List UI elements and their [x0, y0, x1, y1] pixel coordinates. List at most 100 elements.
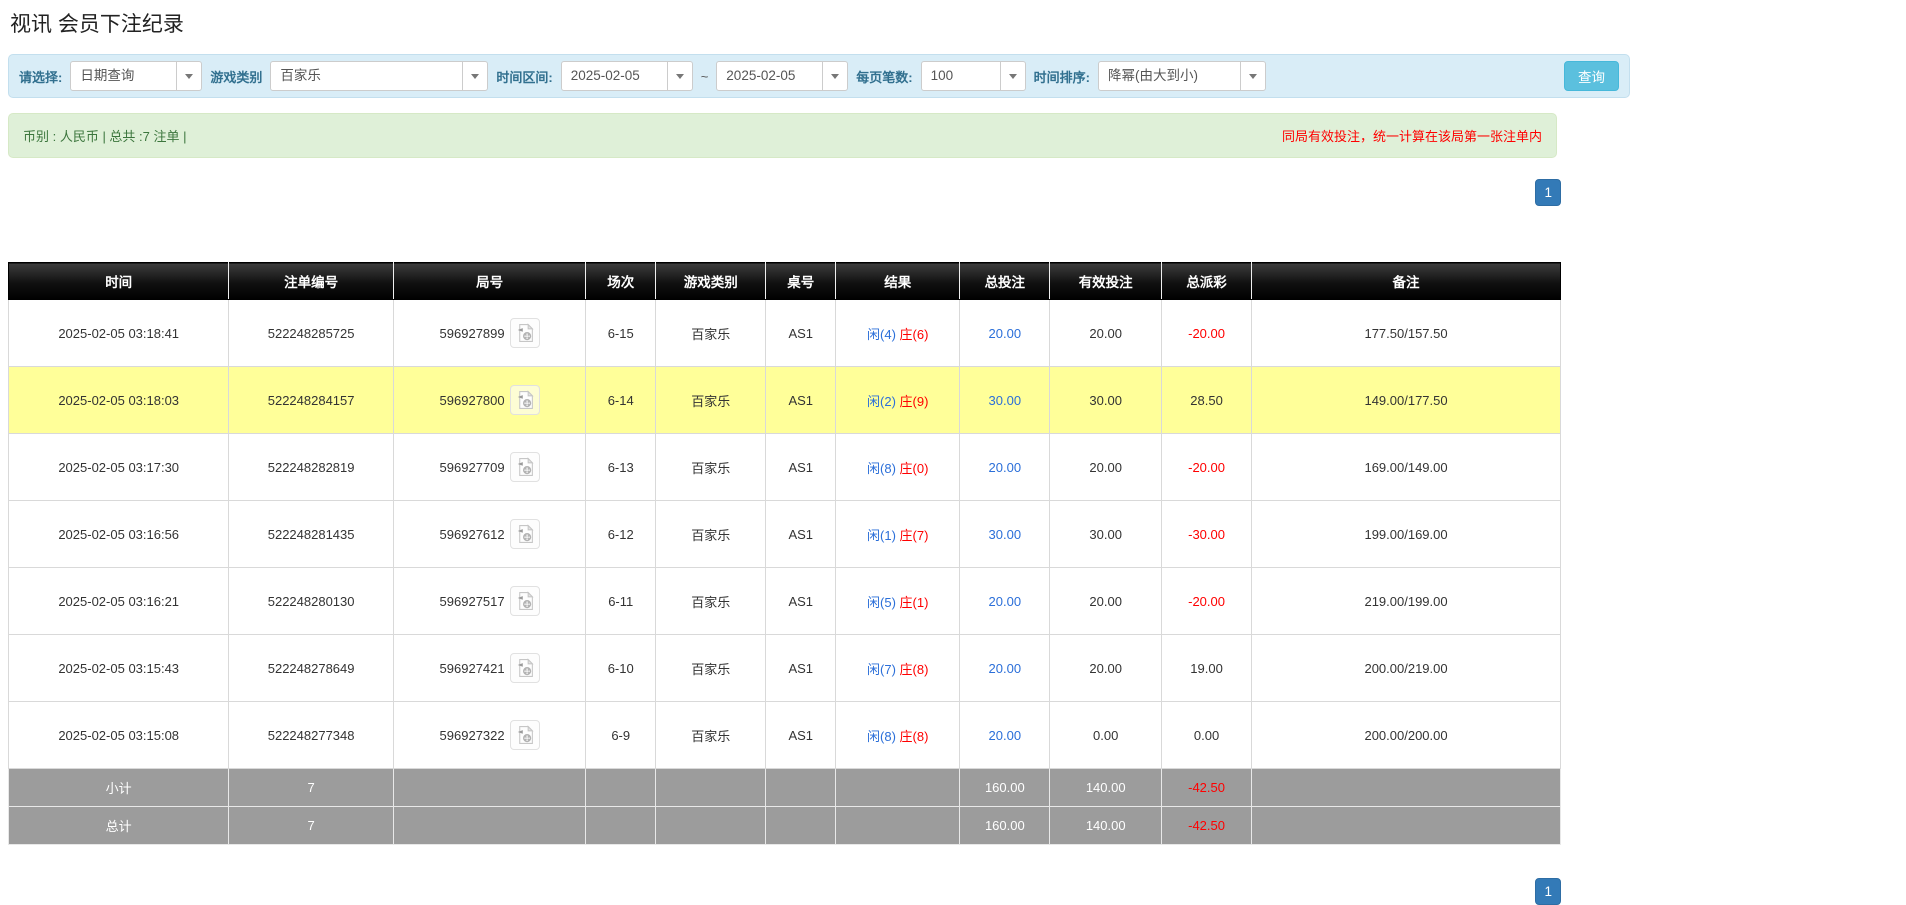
video-replay-button[interactable] [510, 519, 540, 549]
page-1-button[interactable]: 1 [1535, 179, 1561, 206]
cell-time: 2025-02-05 03:17:30 [9, 434, 229, 501]
result-banker: 庄(8) [900, 729, 929, 744]
cell-remark: 199.00/169.00 [1252, 501, 1561, 568]
summary-payout: -42.50 [1162, 807, 1252, 845]
summary-total-bet: 160.00 [960, 807, 1050, 845]
cell-total-bet[interactable]: 20.00 [960, 434, 1050, 501]
cell-valid-bet: 30.00 [1050, 501, 1162, 568]
summary-total-bet: 160.00 [960, 769, 1050, 807]
chevron-down-icon[interactable] [822, 62, 847, 90]
cell-payout: -30.00 [1162, 501, 1252, 568]
video-replay-button[interactable] [510, 720, 540, 750]
cell-game-type: 百家乐 [656, 568, 766, 635]
cell-game-type: 百家乐 [656, 635, 766, 702]
time-range-label: 时间区间: [496, 67, 552, 86]
cell-total-bet[interactable]: 20.00 [960, 568, 1050, 635]
summary-row: 小计 7 160.00 140.00 -42.50 [9, 769, 1561, 807]
page-title: 视讯 会员下注纪录 [10, 8, 1906, 38]
query-type-label: 请选择: [19, 67, 62, 86]
video-replay-button[interactable] [510, 385, 540, 415]
cell-result: 闲(8) 庄(8) [836, 702, 960, 769]
cell-table-no: AS1 [766, 434, 836, 501]
video-file-icon [516, 390, 534, 410]
cell-bet-id: 522248278649 [229, 635, 394, 702]
cell-valid-bet: 30.00 [1050, 367, 1162, 434]
cell-remark: 200.00/200.00 [1252, 702, 1561, 769]
cell-time: 2025-02-05 03:18:03 [9, 367, 229, 434]
round-id-value: 596927800 [440, 393, 505, 408]
round-id-value: 596927612 [440, 527, 505, 542]
cell-session: 6-11 [586, 568, 656, 635]
cell-bet-id: 522248285725 [229, 300, 394, 367]
cell-result: 闲(7) 庄(8) [836, 635, 960, 702]
cell-total-bet[interactable]: 30.00 [960, 367, 1050, 434]
summary-label: 总计 [9, 807, 229, 845]
page-1-button[interactable]: 1 [1535, 878, 1561, 905]
page-size-select[interactable]: 100 [921, 61, 1026, 91]
cell-total-bet[interactable]: 20.00 [960, 635, 1050, 702]
date-to-select[interactable]: 2025-02-05 [716, 61, 848, 91]
result-banker: 庄(0) [900, 461, 929, 476]
cell-total-bet[interactable]: 20.00 [960, 300, 1050, 367]
date-to-value: 2025-02-05 [717, 62, 822, 90]
result-player: 闲(7) [867, 662, 896, 677]
cell-valid-bet: 0.00 [1050, 702, 1162, 769]
game-type-label: 游戏类别 [210, 67, 262, 86]
cell-table-no: AS1 [766, 501, 836, 568]
cell-payout: 28.50 [1162, 367, 1252, 434]
column-header: 场次 [586, 263, 656, 300]
chevron-down-icon[interactable] [462, 62, 487, 90]
cell-time: 2025-02-05 03:15:43 [9, 635, 229, 702]
video-replay-button[interactable] [510, 318, 540, 348]
cell-result: 闲(1) 庄(7) [836, 501, 960, 568]
cell-payout: -20.00 [1162, 568, 1252, 635]
table-body: 2025-02-05 03:18:41 522248285725 5969278… [9, 300, 1561, 769]
query-type-select[interactable]: 日期查询 [70, 61, 202, 91]
valid-bet-notice-text: 同局有效投注，统一计算在该局第一张注单内 [1282, 126, 1542, 145]
page-size-label: 每页笔数: [856, 67, 912, 86]
filter-bar: 请选择: 日期查询 游戏类别 百家乐 时间区间: 2025-02-05 ~ 20… [8, 54, 1630, 98]
time-sort-select[interactable]: 降幂(由大到小) [1098, 61, 1266, 91]
video-replay-button[interactable] [510, 653, 540, 683]
cell-game-type: 百家乐 [656, 702, 766, 769]
cell-total-bet[interactable]: 30.00 [960, 501, 1050, 568]
cell-game-type: 百家乐 [656, 367, 766, 434]
game-type-select[interactable]: 百家乐 [270, 61, 488, 91]
cell-result: 闲(5) 庄(1) [836, 568, 960, 635]
cell-valid-bet: 20.00 [1050, 434, 1162, 501]
cell-remark: 200.00/219.00 [1252, 635, 1561, 702]
summary-label: 小计 [9, 769, 229, 807]
summary-count: 7 [229, 769, 394, 807]
cell-payout: -20.00 [1162, 300, 1252, 367]
cell-valid-bet: 20.00 [1050, 568, 1162, 635]
result-banker: 庄(6) [900, 327, 929, 342]
date-from-select[interactable]: 2025-02-05 [561, 61, 693, 91]
chevron-down-icon[interactable] [1000, 62, 1025, 90]
cell-result: 闲(2) 庄(9) [836, 367, 960, 434]
chevron-down-icon[interactable] [667, 62, 692, 90]
cell-game-type: 百家乐 [656, 300, 766, 367]
column-header: 有效投注 [1050, 263, 1162, 300]
table-row: 2025-02-05 03:15:08 522248277348 5969273… [9, 702, 1561, 769]
chevron-down-icon[interactable] [176, 62, 201, 90]
cell-round-id: 596927322 [393, 702, 585, 769]
video-replay-button[interactable] [510, 586, 540, 616]
cell-bet-id: 522248280130 [229, 568, 394, 635]
cell-valid-bet: 20.00 [1050, 635, 1162, 702]
table-row: 2025-02-05 03:16:21 522248280130 5969275… [9, 568, 1561, 635]
cell-table-no: AS1 [766, 367, 836, 434]
search-button[interactable]: 查询 [1564, 61, 1619, 91]
column-header: 游戏类别 [656, 263, 766, 300]
result-player: 闲(1) [867, 528, 896, 543]
video-file-icon [516, 591, 534, 611]
cell-table-no: AS1 [766, 300, 836, 367]
column-header: 注单编号 [229, 263, 394, 300]
cell-round-id: 596927709 [393, 434, 585, 501]
cell-total-bet[interactable]: 20.00 [960, 702, 1050, 769]
cell-time: 2025-02-05 03:16:21 [9, 568, 229, 635]
video-replay-button[interactable] [510, 452, 540, 482]
chevron-down-icon[interactable] [1240, 62, 1265, 90]
result-banker: 庄(9) [900, 394, 929, 409]
column-header: 桌号 [766, 263, 836, 300]
summary-valid-bet: 140.00 [1050, 769, 1162, 807]
